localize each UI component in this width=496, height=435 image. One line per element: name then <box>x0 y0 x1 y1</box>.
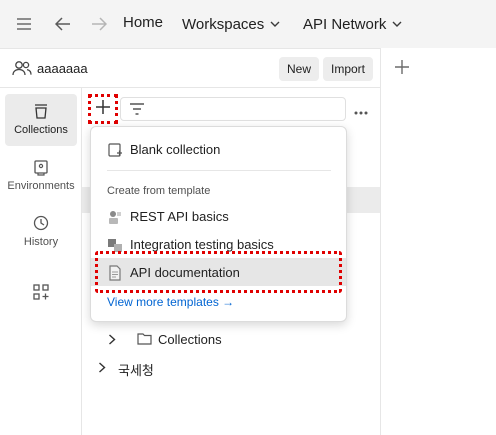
team-icon <box>12 60 32 81</box>
tab-area <box>380 48 496 435</box>
rest-api-template-icon <box>107 209 123 225</box>
workspace-header: aaaaaaa New Import <box>0 48 380 88</box>
plus-icon <box>96 99 110 119</box>
workspace-name: aaaaaaa <box>37 61 88 76</box>
sidebar-toolbar <box>82 88 380 128</box>
new-tab-plus-icon[interactable] <box>395 60 409 79</box>
create-collection-button[interactable] <box>88 94 118 124</box>
highlight-annotation <box>95 251 342 293</box>
nav-api-network[interactable]: API Network <box>303 14 402 33</box>
environments-icon <box>32 158 50 176</box>
sidebar-item-environments[interactable]: Environments <box>5 150 77 202</box>
history-icon <box>32 214 50 232</box>
view-more-templates-link[interactable]: View more templates → <box>107 295 234 309</box>
grid-plus-icon <box>32 283 50 301</box>
more-options-icon[interactable] <box>354 102 368 120</box>
nav-workspaces-label: Workspaces <box>182 16 265 33</box>
search-input[interactable] <box>120 97 346 121</box>
sidebar-item-label: Environments <box>7 180 75 192</box>
chevron-right-icon <box>98 361 106 376</box>
tree-item-label: Collections <box>158 332 222 347</box>
tree-item-label: 국세청 <box>118 363 154 378</box>
chevron-right-icon <box>108 333 116 348</box>
collections-icon <box>32 102 50 120</box>
menu-divider <box>107 170 331 171</box>
chevron-down-icon <box>392 14 402 31</box>
chevron-down-icon <box>270 14 280 31</box>
menu-item-label: REST API basics <box>130 209 229 224</box>
back-arrow-icon[interactable] <box>51 12 75 36</box>
menu-item-blank-collection[interactable]: Blank collection <box>91 135 346 163</box>
menu-item-label: Integration testing basics <box>130 237 274 252</box>
sidebar-item-collections[interactable]: Collections <box>5 94 77 146</box>
menu-item-rest-api-basics[interactable]: REST API basics <box>91 202 346 230</box>
nav-workspaces[interactable]: Workspaces <box>182 14 280 33</box>
nav-home[interactable]: Home <box>123 14 163 31</box>
nav-api-network-label: API Network <box>303 16 387 33</box>
sidebar-item-configure[interactable] <box>5 274 77 310</box>
blank-collection-icon <box>107 142 123 158</box>
menu-icon[interactable] <box>12 12 36 36</box>
sidebar-item-label: History <box>23 236 59 248</box>
top-bar: Home Workspaces API Network <box>0 0 496 48</box>
new-button[interactable]: New <box>279 57 320 81</box>
sidebar-item-label: Collections <box>14 124 68 136</box>
sidebar-item-history[interactable]: History <box>5 206 77 258</box>
folder-icon <box>137 332 152 348</box>
import-button[interactable]: Import <box>323 57 374 81</box>
menu-item-label: Blank collection <box>130 142 221 157</box>
template-section-heading: Create from template <box>107 185 211 197</box>
forward-arrow-icon[interactable] <box>87 12 111 36</box>
sidebar-rail: Collections Environments History <box>0 88 82 435</box>
